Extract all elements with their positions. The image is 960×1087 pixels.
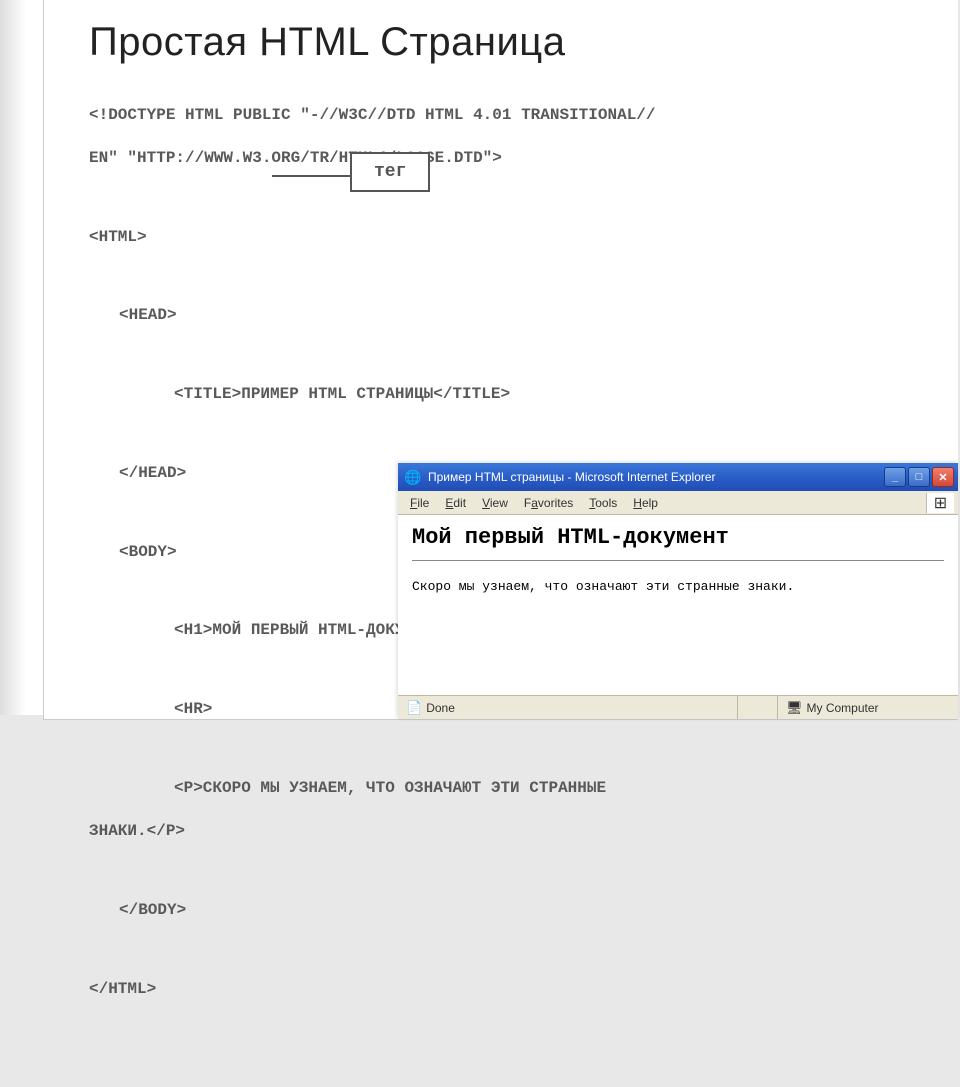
browser-window: 🌐 Пример HTML страницы - Microsoft Inter… bbox=[398, 463, 958, 719]
window-buttons: _ □ ✕ bbox=[884, 467, 954, 487]
maximize-button[interactable]: □ bbox=[908, 467, 930, 487]
menu-file[interactable]: File bbox=[402, 494, 437, 512]
status-zone-cell: 🖥 My Computer bbox=[778, 696, 958, 719]
code-title: <TITLE>Пример HTML страницы</TITLE> bbox=[89, 384, 918, 406]
callout-connector bbox=[272, 175, 352, 177]
status-empty-cell bbox=[738, 696, 778, 719]
rendered-h1: Мой первый HTML-документ bbox=[412, 525, 944, 550]
rendered-hr bbox=[412, 560, 944, 561]
close-button[interactable]: ✕ bbox=[932, 467, 954, 487]
browser-title-text: Пример HTML страницы - Microsoft Interne… bbox=[428, 470, 884, 484]
code-p-1: <P>Скоро мы узнаем, что означают эти стр… bbox=[89, 778, 918, 800]
browser-statusbar: 📄 Done 🖥 My Computer bbox=[398, 695, 958, 719]
rendered-paragraph: Скоро мы узнаем, что означают эти странн… bbox=[412, 579, 944, 594]
computer-icon: 🖥 bbox=[786, 700, 803, 716]
status-done-text: Done bbox=[426, 701, 455, 715]
status-done-cell: 📄 Done bbox=[398, 696, 738, 719]
done-icon: 📄 bbox=[406, 700, 422, 716]
windows-flag-icon: ⊞ bbox=[926, 493, 954, 513]
ie-app-icon: 🌐 bbox=[404, 468, 422, 486]
code-doctype-2: EN" "http://www.w3.org/TR/html4/loose.dt… bbox=[89, 148, 918, 170]
slide-container: Простая HTML Страница <!DOCTYPE HTML PUB… bbox=[43, 0, 958, 720]
callout-box: тег bbox=[350, 152, 430, 192]
code-doctype-1: <!DOCTYPE HTML PUBLIC "-//W3C//DTD HTML … bbox=[89, 105, 918, 127]
menu-help[interactable]: Help bbox=[625, 494, 666, 512]
status-zone-text: My Computer bbox=[807, 701, 879, 715]
browser-menubar: File Edit View Favorites Tools Help ⊞ bbox=[398, 491, 958, 515]
menu-edit[interactable]: Edit bbox=[437, 494, 474, 512]
code-p-2: знаки.</P> bbox=[89, 821, 918, 843]
page-title: Простая HTML Страница bbox=[89, 20, 918, 65]
code-html-open: <HTML> bbox=[89, 227, 918, 249]
menu-tools[interactable]: Tools bbox=[581, 494, 625, 512]
code-html-close: </HTML> bbox=[89, 979, 918, 1001]
browser-titlebar: 🌐 Пример HTML страницы - Microsoft Inter… bbox=[398, 463, 958, 491]
minimize-button[interactable]: _ bbox=[884, 467, 906, 487]
code-body-close: </BODY> bbox=[89, 900, 918, 922]
menu-view[interactable]: View bbox=[474, 494, 516, 512]
code-head-open: <HEAD> bbox=[89, 305, 918, 327]
browser-page-body: Мой первый HTML-документ Скоро мы узнаем… bbox=[398, 515, 958, 695]
slide-edge-decor bbox=[0, 0, 43, 715]
menu-favorites[interactable]: Favorites bbox=[516, 494, 581, 512]
